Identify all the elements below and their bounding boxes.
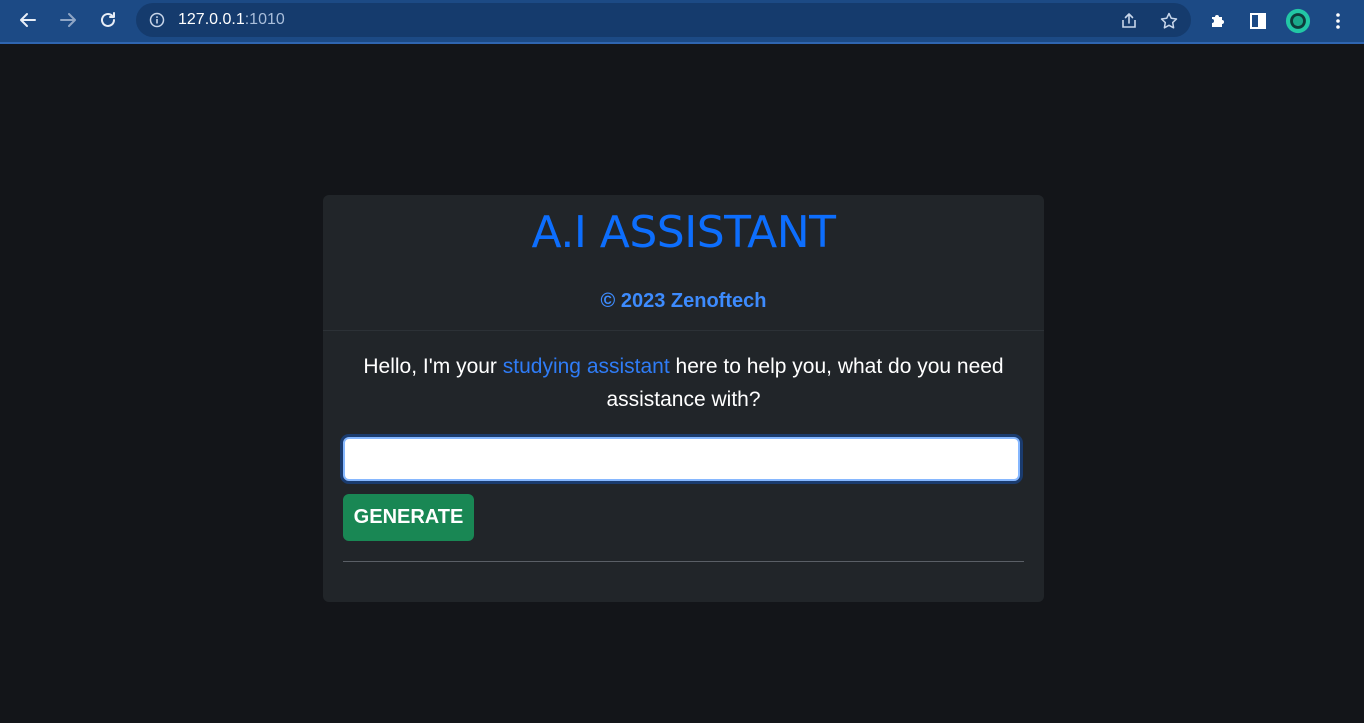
intro-before: Hello, I'm your	[363, 355, 503, 378]
info-icon[interactable]	[148, 11, 166, 29]
divider	[343, 561, 1024, 562]
intro-text: Hello, I'm your studying assistant here …	[343, 350, 1024, 416]
forward-arrow-icon[interactable]	[53, 5, 83, 35]
assistant-card: A.I ASSISTANT © 2023 Zenoftech Hello, I'…	[323, 195, 1044, 602]
url-host: 127.0.0.1	[178, 11, 245, 28]
star-icon[interactable]	[1158, 10, 1180, 32]
intro-highlight: studying assistant	[502, 355, 670, 378]
url-port: :1010	[244, 11, 285, 28]
question-input[interactable]	[343, 437, 1020, 481]
reload-icon[interactable]	[93, 5, 123, 35]
share-icon[interactable]	[1118, 10, 1140, 32]
profile-avatar-icon[interactable]	[1285, 8, 1311, 34]
back-arrow-icon[interactable]	[13, 5, 43, 35]
url-text[interactable]: 127.0.0.1:1010	[178, 11, 285, 29]
card-header: A.I ASSISTANT © 2023 Zenoftech	[323, 195, 1044, 331]
address-bar[interactable]: 127.0.0.1:1010	[136, 3, 1191, 37]
side-panel-icon[interactable]	[1245, 8, 1271, 34]
copyright-subtitle: © 2023 Zenoftech	[600, 290, 767, 312]
generate-button[interactable]: GENERATE	[343, 494, 474, 541]
kebab-menu-icon[interactable]	[1325, 8, 1351, 34]
browser-toolbar: 127.0.0.1:1010	[0, 0, 1364, 44]
page-title: A.I ASSISTANT	[531, 207, 837, 258]
puzzle-icon[interactable]	[1205, 8, 1231, 34]
